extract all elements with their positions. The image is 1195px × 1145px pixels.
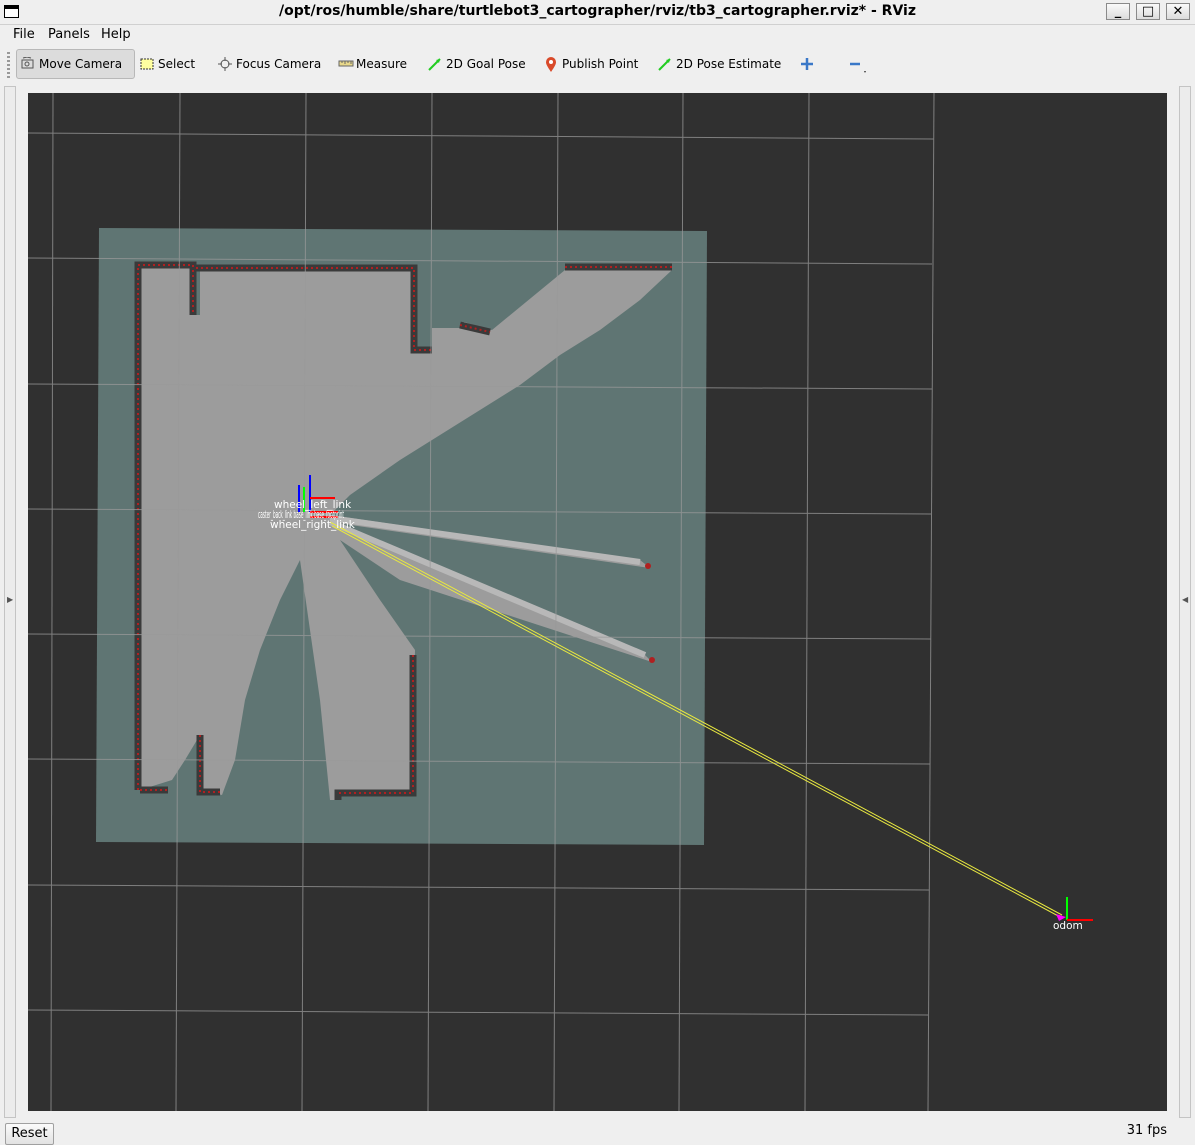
odom-frame <box>1056 897 1093 921</box>
menu-help[interactable]: Help <box>101 27 131 42</box>
minus-icon <box>847 57 866 73</box>
close-button[interactable]: ✕ <box>1166 3 1190 20</box>
select-icon <box>140 57 154 71</box>
tool-label: 2D Pose Estimate <box>676 57 782 71</box>
menu-bar: File Panels Help <box>0 24 1195 45</box>
tool-move-camera[interactable]: Move Camera <box>16 49 135 79</box>
tool-label: Move Camera <box>39 57 123 71</box>
left-dock-toggle[interactable]: ▶ <box>4 86 16 1118</box>
close-icon: ✕ <box>1172 4 1184 19</box>
expand-left-icon: ◀ <box>1182 595 1189 604</box>
fps-readout: 31 fps <box>1126 1123 1167 1138</box>
minimize-button[interactable]: _ <box>1106 3 1130 20</box>
tool-label: Measure <box>356 57 407 71</box>
menu-panels[interactable]: Panels <box>48 27 90 42</box>
render-viewport[interactable]: wheel_left_link caster_back_link base_li… <box>28 93 1167 1111</box>
reset-button[interactable]: Reset <box>5 1123 54 1145</box>
goal-pose-icon <box>428 57 442 71</box>
frame-label-odom: odom <box>1053 920 1083 932</box>
tool-label: Focus Camera <box>236 57 322 71</box>
scene-svg: wheel_left_link caster_back_link base_li… <box>28 93 1093 1111</box>
maximize-icon: □ <box>1141 4 1155 19</box>
pose-estimate-icon <box>658 57 672 71</box>
tool-label: 2D Goal Pose <box>446 57 526 71</box>
remove-tool-button[interactable] <box>843 49 869 79</box>
laser-point <box>649 657 655 663</box>
right-dock-toggle[interactable]: ◀ <box>1179 86 1191 1118</box>
measure-icon <box>338 57 354 71</box>
minimize-icon: _ <box>1114 4 1122 19</box>
tool-measure[interactable]: Measure <box>334 49 411 79</box>
tool-label: Publish Point <box>562 57 639 71</box>
frame-label-wheel-right: wheel_right_link <box>270 519 356 531</box>
laser-point <box>645 563 651 569</box>
window-title: /opt/ros/humble/share/turtlebot3_cartogr… <box>279 3 916 19</box>
title-bar: /opt/ros/humble/share/turtlebot3_cartogr… <box>0 0 1195 25</box>
publish-point-icon <box>544 57 558 72</box>
tool-2d-goal-pose[interactable]: 2D Goal Pose <box>424 49 530 79</box>
add-tool-button[interactable] <box>796 49 822 79</box>
tool-select[interactable]: Select <box>136 49 199 79</box>
expand-right-icon: ▶ <box>7 595 14 604</box>
tool-2d-pose-estimate[interactable]: 2D Pose Estimate <box>654 49 785 79</box>
focus-camera-icon <box>218 57 232 71</box>
plus-icon <box>800 57 814 71</box>
move-camera-icon <box>21 56 35 71</box>
tool-bar: Move Camera Select Focus Camera Measure … <box>0 45 1195 83</box>
maximize-button[interactable]: □ <box>1136 3 1160 20</box>
tool-focus-camera[interactable]: Focus Camera <box>214 49 325 79</box>
tool-label: Select <box>158 57 196 71</box>
menu-file[interactable]: File <box>13 27 35 42</box>
status-bar: Reset 31 fps <box>0 1119 1195 1145</box>
tool-publish-point[interactable]: Publish Point <box>540 49 642 79</box>
